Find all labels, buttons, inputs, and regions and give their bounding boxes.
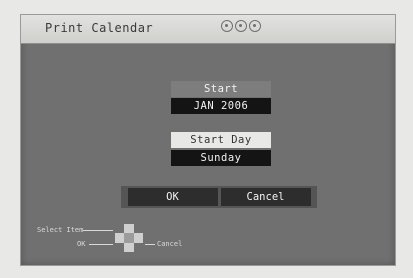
dpad-icon — [115, 224, 143, 252]
circle-icon — [235, 20, 247, 32]
window-title: Print Calendar — [45, 21, 154, 35]
arrow-line — [145, 244, 155, 245]
start-year-month-label: Start Year/Month — [171, 81, 271, 111]
start-day-label: Start Day — [171, 132, 271, 148]
start-year-month-value[interactable]: JAN 2006 — [171, 98, 271, 114]
circle-icon — [221, 20, 233, 32]
arrow-line — [83, 230, 113, 231]
button-row: OK Cancel — [121, 186, 317, 208]
select-item-hint: Select Item — [37, 226, 84, 234]
ok-button[interactable]: OK — [127, 188, 218, 206]
arrow-line — [89, 244, 113, 245]
cancel-hint: Cancel — [157, 240, 183, 248]
start-day-value[interactable]: Sunday — [171, 150, 271, 166]
title-icons — [221, 20, 261, 32]
circle-icon — [249, 20, 261, 32]
dialog-frame: Print Calendar Start Year/Month JAN 2006… — [20, 14, 396, 266]
ok-hint: OK — [77, 240, 86, 248]
cancel-button[interactable]: Cancel — [220, 188, 311, 206]
title-bar: Print Calendar — [21, 15, 395, 44]
